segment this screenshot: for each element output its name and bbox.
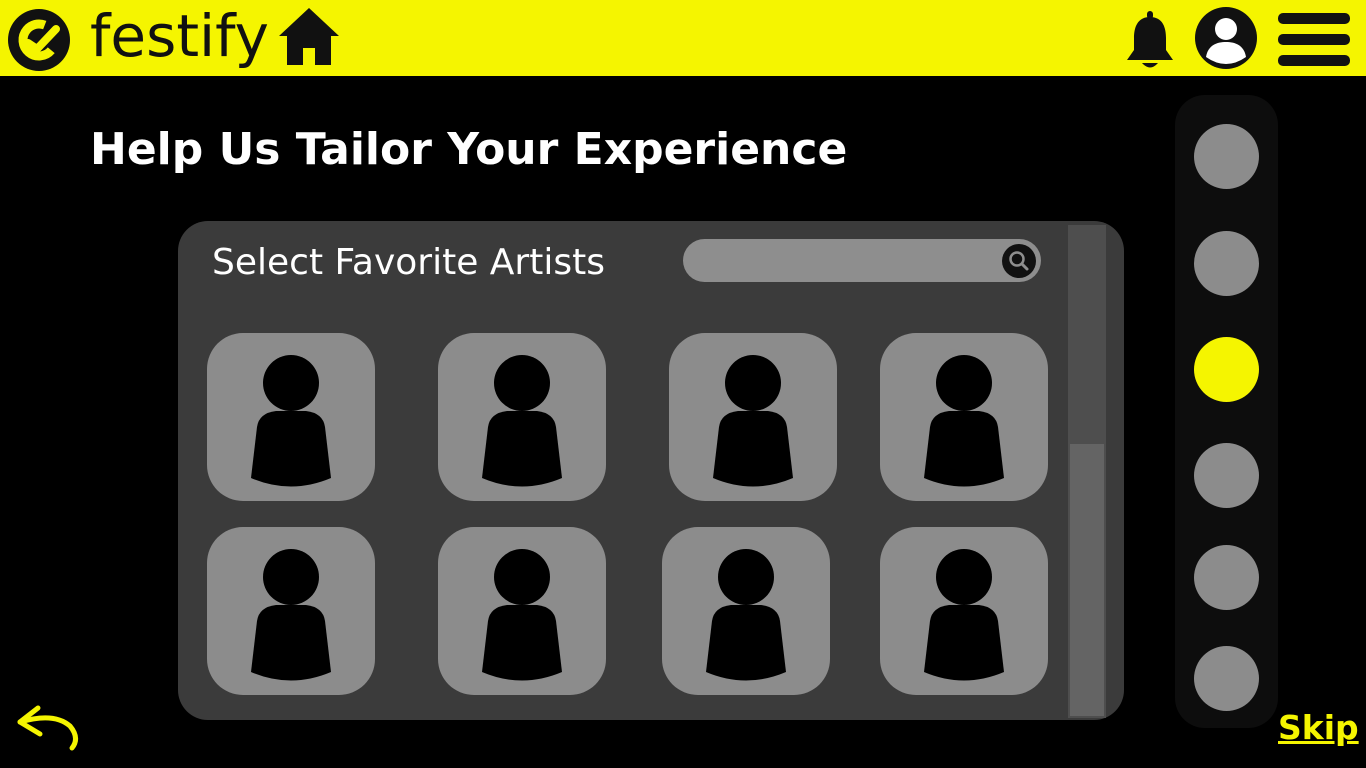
step-5[interactable] <box>1194 545 1259 610</box>
artist-card[interactable] <box>438 333 606 501</box>
person-icon <box>251 549 331 681</box>
panel-title: Select Favorite Artists <box>212 242 605 283</box>
step-2[interactable] <box>1194 231 1259 296</box>
top-nav-bar: festify <box>0 0 1366 76</box>
step-1[interactable] <box>1194 124 1259 189</box>
step-6[interactable] <box>1194 646 1259 711</box>
brand-name: festify <box>90 2 269 70</box>
menu-icon[interactable] <box>1278 10 1350 68</box>
step-4[interactable] <box>1194 443 1259 508</box>
artist-search-input[interactable] <box>683 239 1041 282</box>
artist-card[interactable] <box>207 333 375 501</box>
search-icon[interactable] <box>1001 243 1037 279</box>
bell-icon[interactable] <box>1124 10 1176 70</box>
artist-card[interactable] <box>880 333 1048 501</box>
page-title: Help Us Tailor Your Experience <box>90 124 848 175</box>
home-icon[interactable] <box>276 5 342 67</box>
progress-stepper <box>1175 95 1278 728</box>
logo-icon[interactable] <box>6 7 72 73</box>
artist-card[interactable] <box>438 527 606 695</box>
skip-link[interactable]: Skip <box>1278 706 1359 750</box>
person-icon <box>251 355 331 487</box>
person-icon <box>713 355 793 487</box>
artist-card[interactable] <box>669 333 837 501</box>
artist-selection-panel: Select Favorite Artists <box>178 221 1124 720</box>
scrollbar-thumb[interactable] <box>1070 444 1104 716</box>
artist-card[interactable] <box>207 527 375 695</box>
artist-card[interactable] <box>662 527 830 695</box>
artist-card[interactable] <box>880 527 1048 695</box>
undo-arrow-icon[interactable] <box>14 700 80 754</box>
person-icon <box>482 355 562 487</box>
step-3-current[interactable] <box>1194 337 1259 402</box>
person-icon <box>482 549 562 681</box>
person-icon <box>924 355 1004 487</box>
person-icon <box>706 549 786 681</box>
user-avatar-icon[interactable] <box>1193 5 1259 71</box>
person-icon <box>924 549 1004 681</box>
